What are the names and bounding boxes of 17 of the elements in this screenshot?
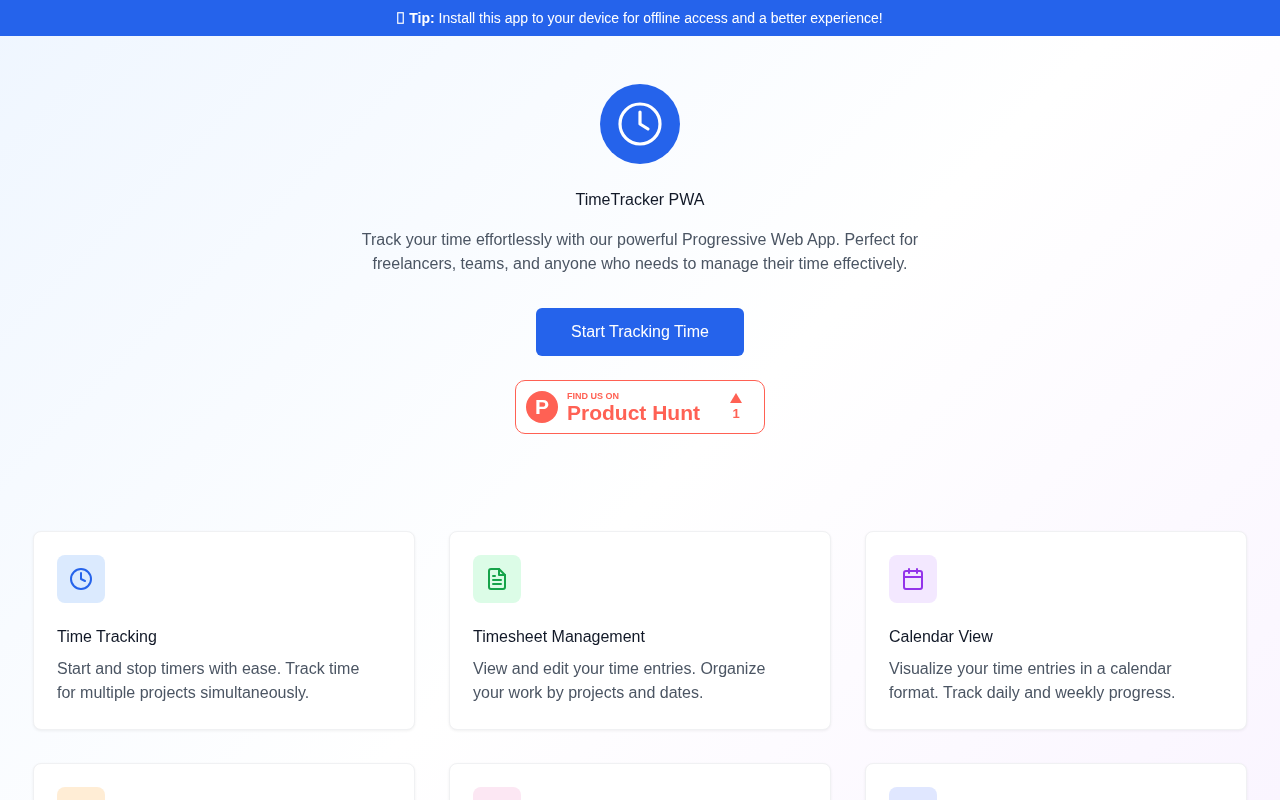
badge-caption: FIND US ON — [567, 390, 620, 401]
start-tracking-button[interactable]: Start Tracking Time — [536, 308, 744, 356]
feature-description: Visualize your time entries in a calendar format. Track daily and weekly progress. — [889, 659, 1177, 703]
app-title: TimeTracker PWA — [575, 190, 705, 210]
app-description: Track your time effortlessly with our powerful Progressive Web App. Perfect for freelancers, teams, and anyone who needs to manage their time effectively. — [360, 230, 920, 274]
clock-icon — [600, 84, 680, 164]
install-tip: Tip: Install this app to your device for offline access and a better experience! — [409, 10, 883, 26]
feature-title: Timesheet Management — [473, 627, 646, 647]
glyph-box-icon — [397, 12, 405, 24]
feature-description: Start and stop timers with ease. Track time for multiple projects simultaneously. — [57, 659, 361, 703]
feature-title: Time Tracking — [57, 627, 158, 647]
feature-description: View and edit your time entries. Organize your work by projects and dates. — [473, 659, 767, 703]
upvote-count: 1 — [732, 407, 740, 421]
badge-name: Product Hunt — [567, 400, 701, 424]
product-hunt-logo: P — [526, 391, 558, 423]
upvote-triangle-icon — [730, 393, 742, 403]
feature-title: Calendar View — [889, 627, 994, 647]
